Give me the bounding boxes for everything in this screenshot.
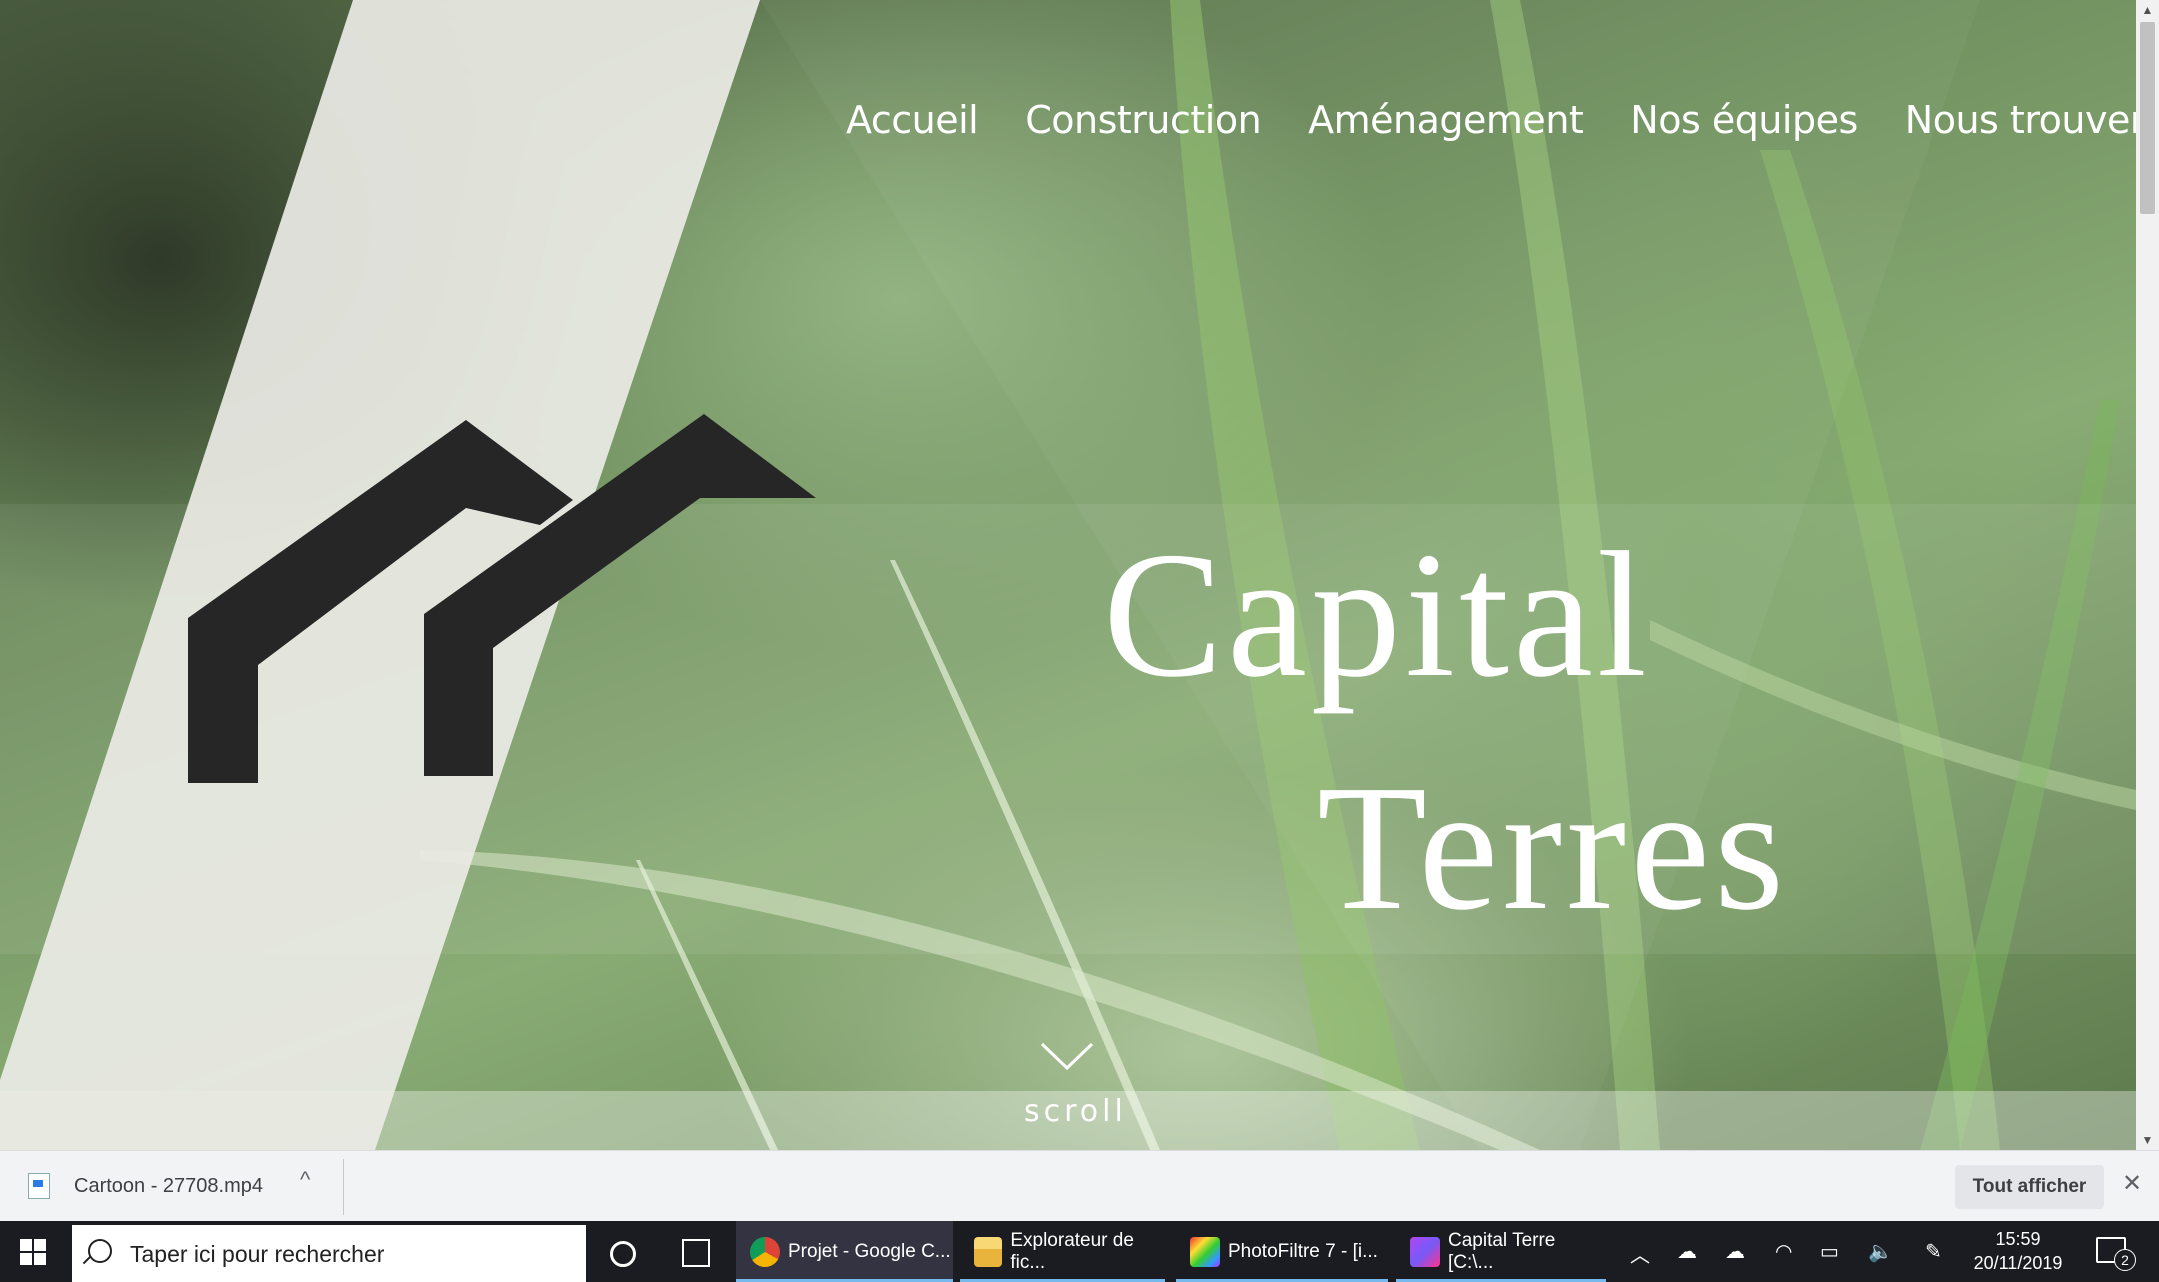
pen-icon[interactable]: ✎ (1925, 1239, 1942, 1264)
windows-start-icon[interactable] (20, 1239, 46, 1265)
vertical-scrollbar[interactable]: ▲ ▼ (2136, 0, 2159, 1150)
download-bar: Cartoon - 27708.mp4 ^ Tout afficher ✕ (0, 1150, 2159, 1222)
scroll-label[interactable]: scroll (1024, 1094, 1127, 1129)
notification-center-icon[interactable]: 2 (2096, 1237, 2136, 1271)
taskbar-app-photofiltre[interactable]: PhotoFiltre 7 - [i... (1176, 1221, 1388, 1282)
tray-overflow-icon[interactable]: ︿ (1630, 1239, 1650, 1268)
hero-title-line1: Capital (1103, 515, 1651, 714)
wifi-icon[interactable]: ◠ (1775, 1239, 1792, 1264)
taskbar-app-label: Capital Terre [C:\... (1448, 1229, 1556, 1273)
nav-item-amenagement[interactable]: Aménagement (1308, 98, 1584, 142)
divider (343, 1159, 344, 1215)
video-file-icon (28, 1173, 50, 1199)
folder-icon (974, 1236, 1003, 1267)
download-file-name[interactable]: Cartoon - 27708.mp4 (74, 1175, 263, 1198)
scrollbar-thumb[interactable] (2140, 22, 2155, 214)
chevron-up-icon[interactable]: ^ (300, 1167, 310, 1193)
close-icon[interactable]: ✕ (2122, 1169, 2142, 1198)
nav-item-nous-trouver[interactable]: Nous trouver (1905, 98, 2136, 142)
task-view-icon[interactable] (682, 1239, 710, 1267)
search-input[interactable]: Taper ici pour rechercher (130, 1241, 384, 1268)
main-nav: Accueil Construction Aménagement Nos équ… (846, 98, 2136, 142)
taskbar-app-label: Explorateur de fic... (1010, 1229, 1134, 1273)
battery-icon[interactable]: ▭ (1820, 1239, 1839, 1264)
nav-item-nos-equipes[interactable]: Nos équipes (1630, 98, 1858, 142)
chrome-icon (750, 1236, 780, 1267)
phpstorm-icon (1410, 1236, 1440, 1267)
download-item[interactable]: Cartoon - 27708.mp4 (28, 1173, 263, 1199)
taskbar-search[interactable]: Taper ici pour rechercher (72, 1225, 586, 1282)
hero-title-line2: Terres (1317, 748, 1789, 947)
volume-muted-icon[interactable]: 🔈 (1868, 1239, 1893, 1264)
photofiltre-icon (1190, 1236, 1220, 1267)
taskbar-app-explorer[interactable]: Explorateur de fic... (960, 1221, 1165, 1282)
taskbar-clock[interactable]: 15:59 20/11/2019 (1960, 1227, 2076, 1275)
cloud-upload-icon[interactable]: ☁ (1725, 1239, 1745, 1264)
logo-icon (188, 414, 816, 783)
notification-count: 2 (2114, 1249, 2136, 1271)
cortana-icon[interactable] (610, 1241, 636, 1267)
scroll-down-icon[interactable]: ▼ (2136, 1130, 2159, 1150)
taskbar-app-label: PhotoFiltre 7 - [i... (1228, 1240, 1378, 1262)
clock-date: 20/11/2019 (1973, 1253, 2063, 1273)
nav-item-accueil[interactable]: Accueil (846, 98, 979, 142)
taskbar-app-label: Projet - Google C... (788, 1240, 951, 1262)
onedrive-offline-icon[interactable]: ☁ (1677, 1239, 1697, 1264)
scroll-up-icon[interactable]: ▲ (2136, 0, 2159, 20)
nav-item-construction[interactable]: Construction (1025, 98, 1261, 142)
search-icon (88, 1239, 112, 1263)
clock-time: 15:59 (1995, 1229, 2041, 1249)
chevron-down-icon[interactable] (1040, 1040, 1094, 1072)
hero-section: Accueil Construction Aménagement Nos équ… (0, 0, 2136, 1150)
taskbar-app-phpstorm[interactable]: Capital Terre [C:\... (1396, 1221, 1606, 1282)
taskbar-app-chrome[interactable]: Projet - Google C... (736, 1221, 953, 1282)
taskbar: Taper ici pour rechercher Projet - Googl… (0, 1221, 2159, 1282)
show-all-button[interactable]: Tout afficher (1955, 1165, 2104, 1209)
